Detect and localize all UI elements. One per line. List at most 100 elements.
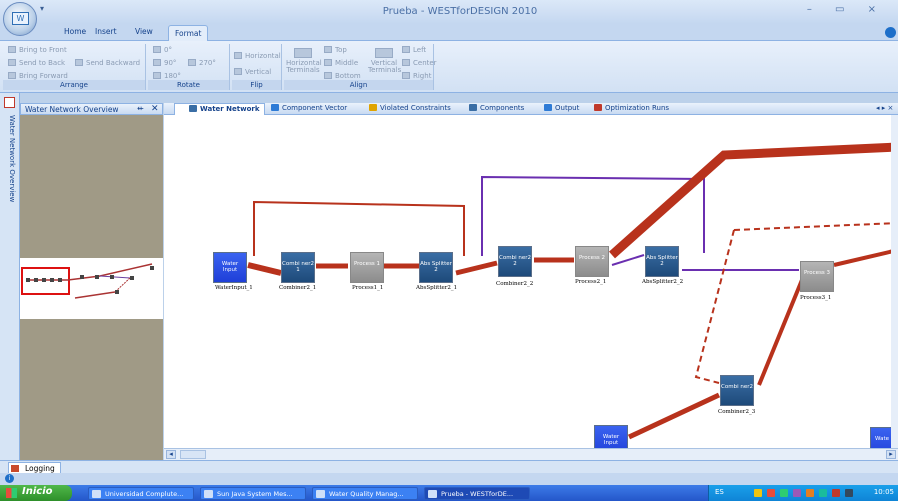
align-right-button[interactable]: Right	[402, 72, 431, 80]
tab-view[interactable]: View	[135, 27, 153, 36]
dashed-stream-left[interactable]	[694, 229, 735, 384]
flip-horizontal-icon	[234, 52, 242, 59]
send-backward-button[interactable]: Send Backward	[75, 59, 140, 67]
pin-icon[interactable]: ⇷	[137, 104, 144, 113]
node-label: Combiner2_2	[496, 281, 534, 287]
node-water-input-1[interactable]: Water Input	[213, 252, 247, 283]
application-orb-button[interactable]: W	[3, 2, 37, 36]
side-panel-tab-label[interactable]: Water Network Overview	[4, 115, 16, 215]
node-process2-1[interactable]: Process 2	[575, 246, 609, 277]
tray-icon[interactable]	[845, 489, 853, 497]
overview-icon[interactable]	[4, 97, 15, 108]
close-icon[interactable]: ✕	[151, 104, 159, 114]
rotate-270-button[interactable]: 270°	[188, 59, 216, 67]
align-bottom-button[interactable]: Bottom	[324, 72, 361, 80]
align-bottom-icon	[324, 72, 332, 79]
arrange-group-label: Arrange	[3, 80, 145, 90]
tray-icon[interactable]	[754, 489, 762, 497]
node-combiner2-3[interactable]: Combi ner2	[720, 375, 754, 406]
align-right-icon	[402, 72, 410, 79]
recycle-stream-1[interactable]	[253, 200, 465, 256]
node-process1-1[interactable]: Process 1	[350, 252, 384, 283]
tray-icon[interactable]	[819, 489, 827, 497]
output-icon	[544, 104, 552, 111]
language-indicator[interactable]: ES	[715, 488, 724, 496]
clock[interactable]: 10:05	[874, 488, 894, 496]
rotate-90-button[interactable]: 90°	[153, 59, 176, 67]
tab-navigation[interactable]: ◂ ▸ ×	[876, 104, 893, 112]
tab-water-network[interactable]: Water Network	[174, 103, 265, 115]
tab-insert[interactable]: Insert	[95, 27, 117, 36]
overview-thumbnail[interactable]	[20, 258, 163, 319]
taskbar-item-browser-2[interactable]: Sun Java System Mes...	[200, 487, 306, 500]
stream-combiner3-process3[interactable]	[757, 274, 806, 386]
tray-icon[interactable]	[832, 489, 840, 497]
flip-horizontal-button[interactable]: Horizontal	[234, 52, 281, 60]
node-combiner2-2[interactable]: Combi ner2 2	[498, 246, 532, 277]
stream-process2-outlet[interactable]	[609, 142, 898, 259]
start-button[interactable]: Inicio	[0, 485, 72, 501]
align-top-button[interactable]: Top	[324, 46, 347, 54]
tray-icon[interactable]	[806, 489, 814, 497]
node-abssplitter2-2[interactable]: Abs Splitter 2	[645, 246, 679, 277]
tab-violated-constraints[interactable]: Violated Constraints	[369, 104, 451, 112]
rotate-180-button[interactable]: 180°	[153, 72, 181, 80]
align-middle-button[interactable]: Middle	[324, 59, 358, 67]
taskbar-item-water-quality[interactable]: Water Quality Manag...	[312, 487, 418, 500]
horizontal-scrollbar[interactable]: ◂ ▸	[164, 448, 898, 460]
node-label: Process1_1	[352, 285, 384, 291]
align-middle-icon	[324, 59, 332, 66]
rotate-icon	[153, 72, 161, 79]
side-panel-strip[interactable]: Water Network Overview	[0, 93, 20, 460]
scroll-left-icon[interactable]: ◂	[166, 450, 176, 459]
tab-optimization-runs[interactable]: Optimization Runs	[594, 104, 669, 112]
align-left-button[interactable]: Left	[402, 46, 426, 54]
bring-forward-button[interactable]: Bring Forward	[8, 72, 68, 80]
bring-to-front-button[interactable]: Bring to Front	[8, 46, 67, 54]
tab-component-vector[interactable]: Component Vector	[271, 104, 347, 112]
tab-components[interactable]: Components	[469, 104, 524, 112]
window-controls[interactable]: – ▭ ×	[807, 4, 886, 15]
node-water-input-2[interactable]: Water Input	[594, 425, 628, 448]
bottom-panel-tabs: Logging	[0, 460, 898, 474]
app-icon	[316, 490, 325, 498]
node-label: Process3_1	[800, 295, 832, 301]
send-to-back-icon	[8, 59, 16, 66]
network-canvas[interactable]: Water Input WaterInput_1 Combi ner2 1 Co…	[164, 115, 898, 448]
scroll-thumb[interactable]	[180, 450, 206, 459]
rotate-0-button[interactable]: 0°	[153, 46, 172, 54]
recycle-stream-2[interactable]	[481, 175, 705, 256]
help-icon[interactable]	[885, 27, 896, 38]
vertical-scrollbar[interactable]	[891, 115, 898, 448]
info-icon[interactable]: i	[5, 474, 14, 483]
runs-icon	[594, 104, 602, 111]
scroll-right-icon[interactable]: ▸	[886, 450, 896, 459]
taskbar-item-browser-1[interactable]: Universidad Complute...	[88, 487, 194, 500]
node-combiner2-1[interactable]: Combi ner2 1	[281, 252, 315, 283]
tab-output[interactable]: Output	[544, 104, 579, 112]
send-to-back-button[interactable]: Send to Back	[8, 59, 65, 67]
stream-splitter-combiner2[interactable]	[455, 260, 498, 276]
horizontal-terminals-button[interactable]: Horizontal Terminals	[286, 48, 322, 74]
stream-input-combiner[interactable]	[247, 262, 282, 276]
taskbar-item-westfordesign[interactable]: Prueba - WESTforDE...	[424, 487, 530, 500]
vertical-terminals-button[interactable]: Vertical Terminals	[368, 48, 401, 74]
tab-format[interactable]: Format	[168, 25, 209, 41]
align-left-icon	[402, 46, 410, 53]
dashed-stream-top[interactable]	[733, 222, 898, 231]
align-center-button[interactable]: Center	[402, 59, 437, 67]
stream-process3-outlet[interactable]	[833, 248, 898, 267]
tray-icon[interactable]	[767, 489, 775, 497]
tray-icon[interactable]	[780, 489, 788, 497]
overview-minimap	[21, 263, 154, 299]
tray-icon[interactable]	[793, 489, 801, 497]
tab-home[interactable]: Home	[64, 27, 86, 36]
stream-input2-combiner3[interactable]	[627, 392, 721, 440]
rotate-icon	[153, 59, 161, 66]
node-process3-1[interactable]: Process 3	[800, 261, 834, 292]
quick-access-dropdown[interactable]: ▾	[40, 4, 44, 13]
flip-group-label: Flip	[232, 80, 281, 90]
node-abssplitter2-1[interactable]: Abs Splitter 2	[419, 252, 453, 283]
vertical-terminals-icon	[375, 48, 393, 58]
flip-vertical-button[interactable]: Vertical	[234, 68, 271, 76]
